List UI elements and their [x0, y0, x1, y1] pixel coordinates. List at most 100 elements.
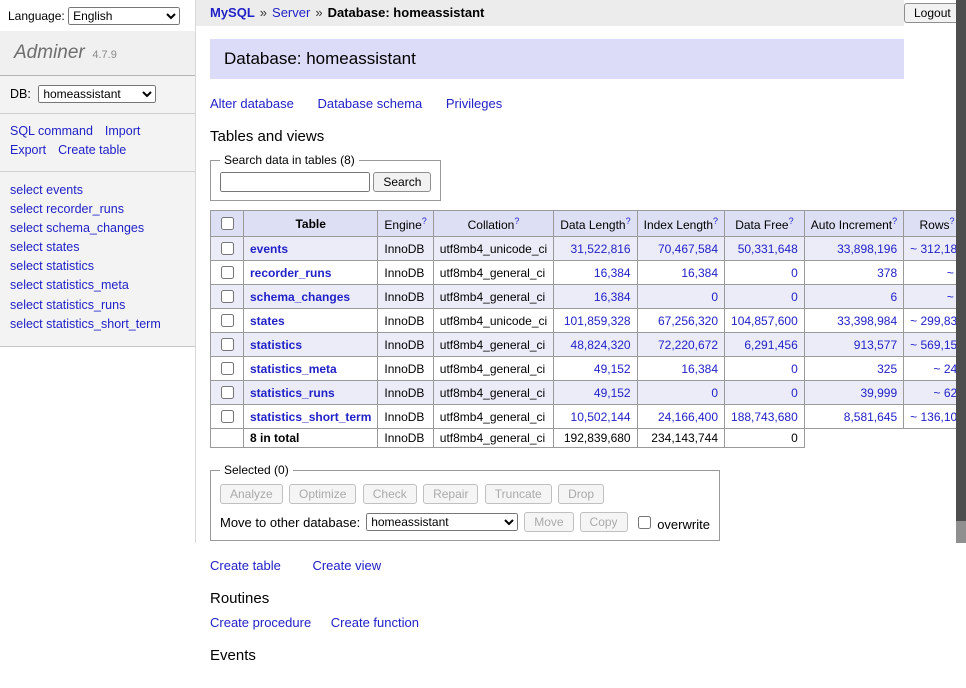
sidebar-body: DB: homeassistant SQL commandImport Expo… [0, 76, 195, 347]
move-button[interactable]: Move [524, 512, 573, 532]
index-length-link[interactable]: 16,384 [681, 362, 718, 376]
table-name-link[interactable]: statistics_short_term [250, 410, 371, 424]
index-length-link[interactable]: 67,256,320 [658, 314, 718, 328]
help-icon[interactable]: ? [892, 216, 897, 226]
data-free-link[interactable]: 6,291,456 [744, 338, 797, 352]
data-free-link[interactable]: 104,857,600 [731, 314, 798, 328]
data-length-link[interactable]: 31,522,816 [571, 242, 631, 256]
import-link[interactable]: Import [105, 124, 140, 138]
database-schema-link[interactable]: Database schema [317, 96, 422, 111]
auto-increment-link[interactable]: 33,898,196 [837, 242, 897, 256]
sql-command-link[interactable]: SQL command [10, 124, 93, 138]
index-length-link[interactable]: 70,467,584 [658, 242, 718, 256]
index-length-link[interactable]: 24,166,400 [658, 410, 718, 424]
table-name-link[interactable]: states [250, 314, 285, 328]
data-free-link[interactable]: 50,331,648 [738, 242, 798, 256]
sidebar: Language: English Adminer 4.7.9 DB: home… [0, 0, 196, 543]
data-length-link[interactable]: 10,502,144 [571, 410, 631, 424]
auto-increment-link[interactable]: 39,999 [860, 386, 897, 400]
breadcrumb-mysql-link[interactable]: MySQL [210, 5, 255, 20]
data-length-link[interactable]: 48,824,320 [571, 338, 631, 352]
language-select[interactable]: English [68, 7, 180, 25]
sidebar-item-select-statistics-meta[interactable]: select statistics_meta [10, 276, 185, 294]
row-checkbox[interactable] [221, 290, 234, 303]
overwrite-checkbox[interactable] [638, 516, 651, 529]
index-length-link[interactable]: 0 [711, 386, 718, 400]
row-checkbox[interactable] [221, 362, 234, 375]
breadcrumb-server-link[interactable]: Server [272, 5, 310, 20]
auto-increment-link[interactable]: 913,577 [854, 338, 897, 352]
breadcrumb-separator: » [260, 5, 267, 20]
select-all-checkbox[interactable] [221, 217, 234, 230]
row-checkbox[interactable] [221, 338, 234, 351]
table-name-link[interactable]: recorder_runs [250, 266, 331, 280]
table-name-link[interactable]: schema_changes [250, 290, 350, 304]
copy-button[interactable]: Copy [580, 512, 628, 532]
table-name-link[interactable]: statistics_runs [250, 386, 335, 400]
scrollbar-thumb[interactable] [956, 0, 966, 521]
index-length-link[interactable]: 72,220,672 [658, 338, 718, 352]
data-free-link[interactable]: 0 [791, 386, 798, 400]
auto-increment-link[interactable]: 8,581,645 [844, 410, 897, 424]
db-select[interactable]: homeassistant [38, 85, 156, 103]
sidebar-item-select-recorder-runs[interactable]: select recorder_runs [10, 200, 185, 218]
sidebar-item-select-statistics-short-term[interactable]: select statistics_short_term [10, 315, 185, 333]
repair-button[interactable]: Repair [423, 484, 478, 504]
table-name-link[interactable]: events [250, 242, 288, 256]
search-button[interactable]: Search [373, 172, 431, 192]
create-table-link-sidebar[interactable]: Create table [58, 143, 126, 157]
drop-button[interactable]: Drop [558, 484, 604, 504]
auto-increment-link[interactable]: 378 [877, 266, 897, 280]
auto-increment-link[interactable]: 6 [890, 290, 897, 304]
auto-increment-link[interactable]: 325 [877, 362, 897, 376]
privileges-link[interactable]: Privileges [446, 96, 502, 111]
data-free-link[interactable]: 0 [791, 290, 798, 304]
table-name-link[interactable]: statistics_meta [250, 362, 337, 376]
data-free-link[interactable]: 0 [791, 266, 798, 280]
help-icon[interactable]: ? [514, 216, 519, 226]
row-checkbox[interactable] [221, 314, 234, 327]
create-view-link[interactable]: Create view [312, 558, 381, 573]
collation-value: utf8mb4_general_ci [433, 357, 553, 381]
table-name-link[interactable]: statistics [250, 338, 302, 352]
auto-increment-link[interactable]: 33,398,984 [837, 314, 897, 328]
sidebar-item-select-events[interactable]: select events [10, 181, 185, 199]
data-length-link[interactable]: 16,384 [594, 290, 631, 304]
data-free-link[interactable]: 188,743,680 [731, 410, 798, 424]
index-length-link[interactable]: 0 [711, 290, 718, 304]
help-icon[interactable]: ? [626, 216, 631, 226]
data-length-link[interactable]: 101,859,328 [564, 314, 631, 328]
row-checkbox[interactable] [221, 242, 234, 255]
create-function-link[interactable]: Create function [331, 615, 419, 630]
row-checkbox[interactable] [221, 410, 234, 423]
help-icon[interactable]: ? [789, 216, 794, 226]
check-button[interactable]: Check [363, 484, 417, 504]
row-checkbox[interactable] [221, 266, 234, 279]
index-length-link[interactable]: 16,384 [681, 266, 718, 280]
row-checkbox[interactable] [221, 386, 234, 399]
sidebar-item-select-statistics[interactable]: select statistics [10, 257, 185, 275]
vertical-scrollbar[interactable] [956, 0, 966, 543]
create-procedure-link[interactable]: Create procedure [210, 615, 311, 630]
search-input[interactable] [220, 172, 370, 192]
data-length-link[interactable]: 49,152 [594, 386, 631, 400]
data-length-link[interactable]: 16,384 [594, 266, 631, 280]
data-length-link[interactable]: 49,152 [594, 362, 631, 376]
move-database-select[interactable]: homeassistant [366, 513, 518, 531]
sidebar-item-select-states[interactable]: select states [10, 238, 185, 256]
sidebar-item-select-statistics-runs[interactable]: select statistics_runs [10, 296, 185, 314]
data-free-link[interactable]: 0 [791, 362, 798, 376]
logout-button[interactable]: Logout [904, 3, 961, 23]
truncate-button[interactable]: Truncate [485, 484, 552, 504]
analyze-button[interactable]: Analyze [220, 484, 283, 504]
sidebar-item-select-schema-changes[interactable]: select schema_changes [10, 219, 185, 237]
export-link[interactable]: Export [10, 143, 46, 157]
total-engine: InnoDB [378, 429, 433, 448]
optimize-button[interactable]: Optimize [289, 484, 356, 504]
table-row: schema_changesInnoDButf8mb4_general_ci16… [211, 285, 966, 309]
help-icon[interactable]: ? [422, 216, 427, 226]
alter-database-link[interactable]: Alter database [210, 96, 294, 111]
help-icon[interactable]: ? [950, 216, 955, 226]
create-table-link[interactable]: Create table [210, 558, 281, 573]
help-icon[interactable]: ? [713, 216, 718, 226]
